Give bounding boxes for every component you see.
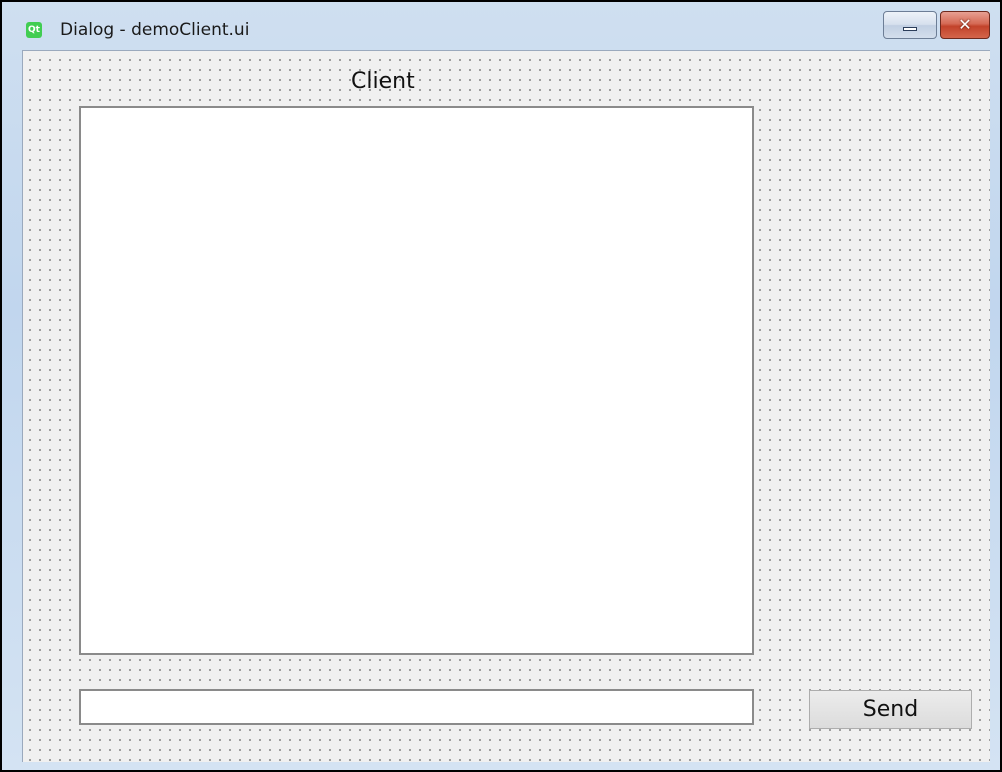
minimize-button[interactable] [883,11,937,39]
dialog-window: Qt Dialog - demoClient.ui ✕ Client Send [0,0,1002,772]
message-input[interactable] [79,689,754,725]
window-title: Dialog - demoClient.ui [60,20,250,40]
minimize-icon [903,27,917,31]
close-button[interactable]: ✕ [940,11,990,39]
close-icon: ✕ [958,15,972,34]
form-canvas: Client Send [22,50,990,762]
qt-logo-icon: Qt [26,22,42,38]
message-display-area[interactable] [79,106,754,655]
send-button[interactable]: Send [809,690,972,729]
title-bar[interactable]: Qt Dialog - demoClient.ui ✕ [2,2,1000,50]
client-heading-label: Client [351,69,415,94]
